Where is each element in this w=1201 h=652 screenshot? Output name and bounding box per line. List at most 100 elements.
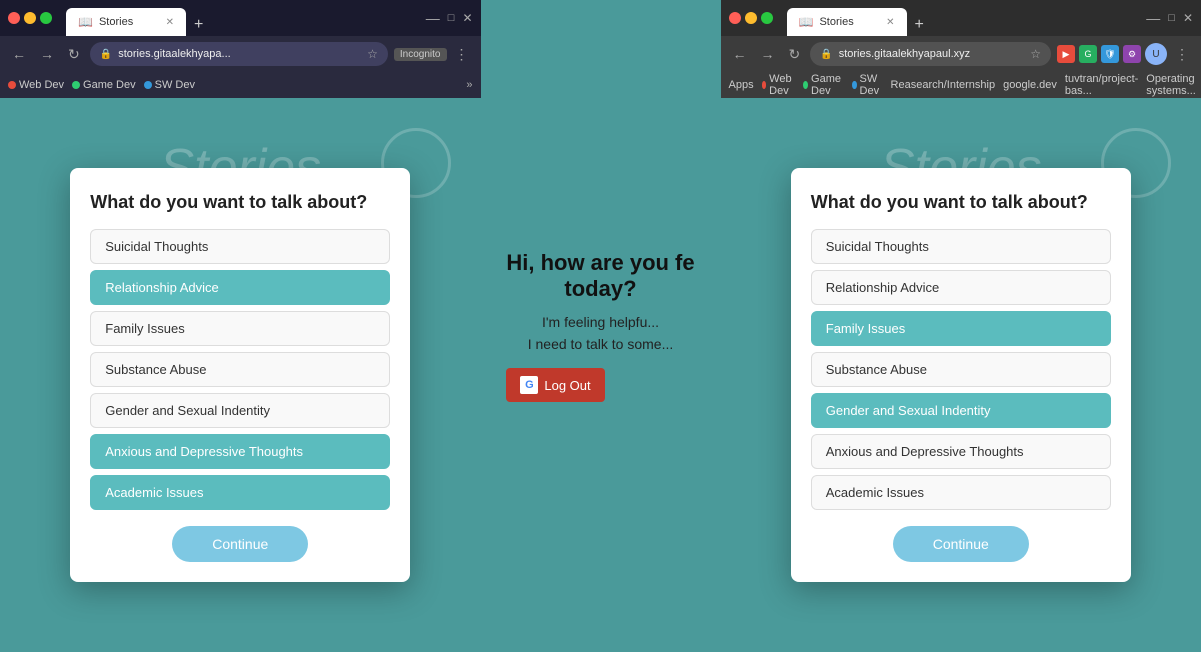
continue-button-left[interactable]: Continue xyxy=(172,526,308,562)
lock-icon-left: 🔒 xyxy=(100,49,112,60)
tab-close-right[interactable]: ✕ xyxy=(886,17,894,28)
bm-label-research: Reasearch/Internship xyxy=(891,79,996,91)
forward-button-right[interactable]: → xyxy=(757,44,779,64)
title-bar-left: 📖 Stories ✕ + — □ ✕ xyxy=(0,0,481,36)
back-button-left[interactable]: ← xyxy=(8,44,30,64)
star-icon-left[interactable]: ☆ xyxy=(367,47,378,61)
lock-icon-right: 🔒 xyxy=(820,49,832,60)
title-bar-right: 📖 Stories ✕ + — □ ✕ xyxy=(721,0,1201,36)
maximize-button-left[interactable] xyxy=(40,12,52,24)
tab-label-left: Stories xyxy=(99,16,133,28)
modal-title-left: What do you want to talk about? xyxy=(90,192,390,213)
bm-os-right[interactable]: Operating systems... xyxy=(1146,73,1196,97)
bm-tuvtran-right[interactable]: tuvtran/project-bas... xyxy=(1065,73,1138,97)
tab-favicon-right: 📖 xyxy=(799,15,814,29)
bm-dot-webdev-left xyxy=(8,81,16,89)
bm-swdev-right[interactable]: SW Dev xyxy=(852,73,883,97)
page-bg-left: Stories What do you want to talk about? … xyxy=(0,98,481,652)
profile-avatar-right[interactable]: U xyxy=(1145,43,1167,65)
topic-academic-right[interactable]: Academic Issues xyxy=(811,475,1111,510)
minimize-button-right[interactable] xyxy=(745,12,757,24)
tab-strip-left: 📖 Stories ✕ + xyxy=(66,0,420,36)
incognito-badge: Incognito xyxy=(394,48,447,61)
topic-relationship-right[interactable]: Relationship Advice xyxy=(811,270,1111,305)
bm-label-webdev-right: Web Dev xyxy=(769,73,795,97)
continue-button-right[interactable]: Continue xyxy=(893,526,1029,562)
topic-substance-right[interactable]: Substance Abuse xyxy=(811,352,1111,387)
topic-suicidal-left[interactable]: Suicidal Thoughts xyxy=(90,229,390,264)
ext-icon-3[interactable]: 🛡 xyxy=(1101,45,1119,63)
bm-dot-blue-right xyxy=(852,81,857,89)
ext-icons-right: ▶ G 🛡 ⚙ U ⋮ xyxy=(1057,43,1193,65)
address-field-left[interactable]: 🔒 stories.gitaalekhyapa... ☆ xyxy=(90,42,388,66)
bm-label-os: Operating systems... xyxy=(1146,73,1196,97)
close-button-left[interactable] xyxy=(8,12,20,24)
menu-button-left[interactable]: ⋮ xyxy=(451,44,473,65)
bm-gamedev-right[interactable]: Game Dev xyxy=(803,73,844,97)
forward-button-left[interactable]: → xyxy=(36,44,58,64)
bm-dot-swdev-left xyxy=(144,81,152,89)
new-tab-button-left[interactable]: + xyxy=(188,14,209,36)
tab-close-left[interactable]: ✕ xyxy=(166,17,174,28)
topic-family-left[interactable]: Family Issues xyxy=(90,311,390,346)
star-icon-right[interactable]: ☆ xyxy=(1030,47,1041,61)
reload-button-left[interactable]: ↻ xyxy=(64,44,84,65)
bm-gamedev-left[interactable]: Game Dev xyxy=(72,79,136,91)
reload-button-right[interactable]: ↻ xyxy=(785,44,805,65)
bm-dot-green-right xyxy=(803,81,808,89)
bookmarks-bar-left: Web Dev Game Dev SW Dev » xyxy=(0,72,481,98)
bm-label-tuvtran: tuvtran/project-bas... xyxy=(1065,73,1138,97)
maximize-button-right[interactable] xyxy=(761,12,773,24)
topic-anxious-right[interactable]: Anxious and Depressive Thoughts xyxy=(811,434,1111,469)
browser-right: 📖 Stories ✕ + — □ ✕ ← → ↻ 🔒 stories.gita… xyxy=(721,0,1201,652)
topic-gender-left[interactable]: Gender and Sexual Indentity xyxy=(90,393,390,428)
bookmarks-more-left[interactable]: » xyxy=(466,79,472,91)
ext-icon-4[interactable]: ⚙ xyxy=(1123,45,1141,63)
modal-left: What do you want to talk about? Suicidal… xyxy=(70,168,410,582)
topic-suicidal-right[interactable]: Suicidal Thoughts xyxy=(811,229,1111,264)
ext-icon-1[interactable]: ▶ xyxy=(1057,45,1075,63)
topic-academic-left[interactable]: Academic Issues xyxy=(90,475,390,510)
address-bar-row-left: ← → ↻ 🔒 stories.gitaalekhyapa... ☆ Incog… xyxy=(0,36,481,72)
bm-dot-gamedev-left xyxy=(72,81,80,89)
tab-left-stories[interactable]: 📖 Stories ✕ xyxy=(66,8,186,36)
address-text-right: stories.gitaalekhyapaul.xyz xyxy=(839,48,1025,60)
bm-research-right[interactable]: Reasearch/Internship xyxy=(891,79,996,91)
window-controls-right xyxy=(729,12,773,24)
middle-text: Hi, how are you fetoday? I'm feeling hel… xyxy=(486,230,714,422)
bm-apps-right[interactable]: Apps xyxy=(729,79,754,91)
topic-substance-left[interactable]: Substance Abuse xyxy=(90,352,390,387)
address-bar-row-right: ← → ↻ 🔒 stories.gitaalekhyapaul.xyz ☆ ▶ … xyxy=(721,36,1201,72)
tab-strip-right: 📖 Stories ✕ + xyxy=(787,0,1141,36)
bm-label-apps: Apps xyxy=(729,79,754,91)
back-button-right[interactable]: ← xyxy=(729,44,751,64)
menu-button-right[interactable]: ⋮ xyxy=(1171,44,1193,65)
bm-swdev-left[interactable]: SW Dev xyxy=(144,79,195,91)
tab-label-right: Stories xyxy=(819,16,853,28)
minimize-button-left[interactable] xyxy=(24,12,36,24)
topic-anxious-left[interactable]: Anxious and Depressive Thoughts xyxy=(90,434,390,469)
new-tab-button-right[interactable]: + xyxy=(909,14,930,36)
tab-right-stories[interactable]: 📖 Stories ✕ xyxy=(787,8,907,36)
topic-family-right[interactable]: Family Issues xyxy=(811,311,1111,346)
logout-button[interactable]: G Log Out xyxy=(506,368,604,402)
address-field-right[interactable]: 🔒 stories.gitaalekhyapaul.xyz ☆ xyxy=(810,42,1051,66)
topic-gender-right[interactable]: Gender and Sexual Indentity xyxy=(811,393,1111,428)
bm-label-swdev-left: SW Dev xyxy=(155,79,195,91)
google-icon: G xyxy=(520,376,538,394)
ext-icon-2[interactable]: G xyxy=(1079,45,1097,63)
bm-webdev-left[interactable]: Web Dev xyxy=(8,79,64,91)
middle-pane: Hi, how are you fetoday? I'm feeling hel… xyxy=(481,0,721,652)
close-button-right[interactable] xyxy=(729,12,741,24)
topic-list-right: Suicidal Thoughts Relationship Advice Fa… xyxy=(811,229,1111,510)
bm-label-swdev-right: SW Dev xyxy=(860,73,883,97)
bm-google-right[interactable]: google.dev xyxy=(1003,79,1057,91)
bookmarks-bar-right: Apps Web Dev Game Dev SW Dev Reasearch/I… xyxy=(721,72,1201,98)
bm-label-gamedev-left: Game Dev xyxy=(83,79,136,91)
topic-relationship-left[interactable]: Relationship Advice xyxy=(90,270,390,305)
feeling-text: I'm feeling helpfu... xyxy=(506,314,694,330)
tab-favicon-left: 📖 xyxy=(78,15,93,29)
bm-label-gamedev-right: Game Dev xyxy=(811,73,844,97)
bm-webdev-right[interactable]: Web Dev xyxy=(762,73,795,97)
page-bg-right: Stories What do you want to talk about? … xyxy=(721,98,1201,652)
